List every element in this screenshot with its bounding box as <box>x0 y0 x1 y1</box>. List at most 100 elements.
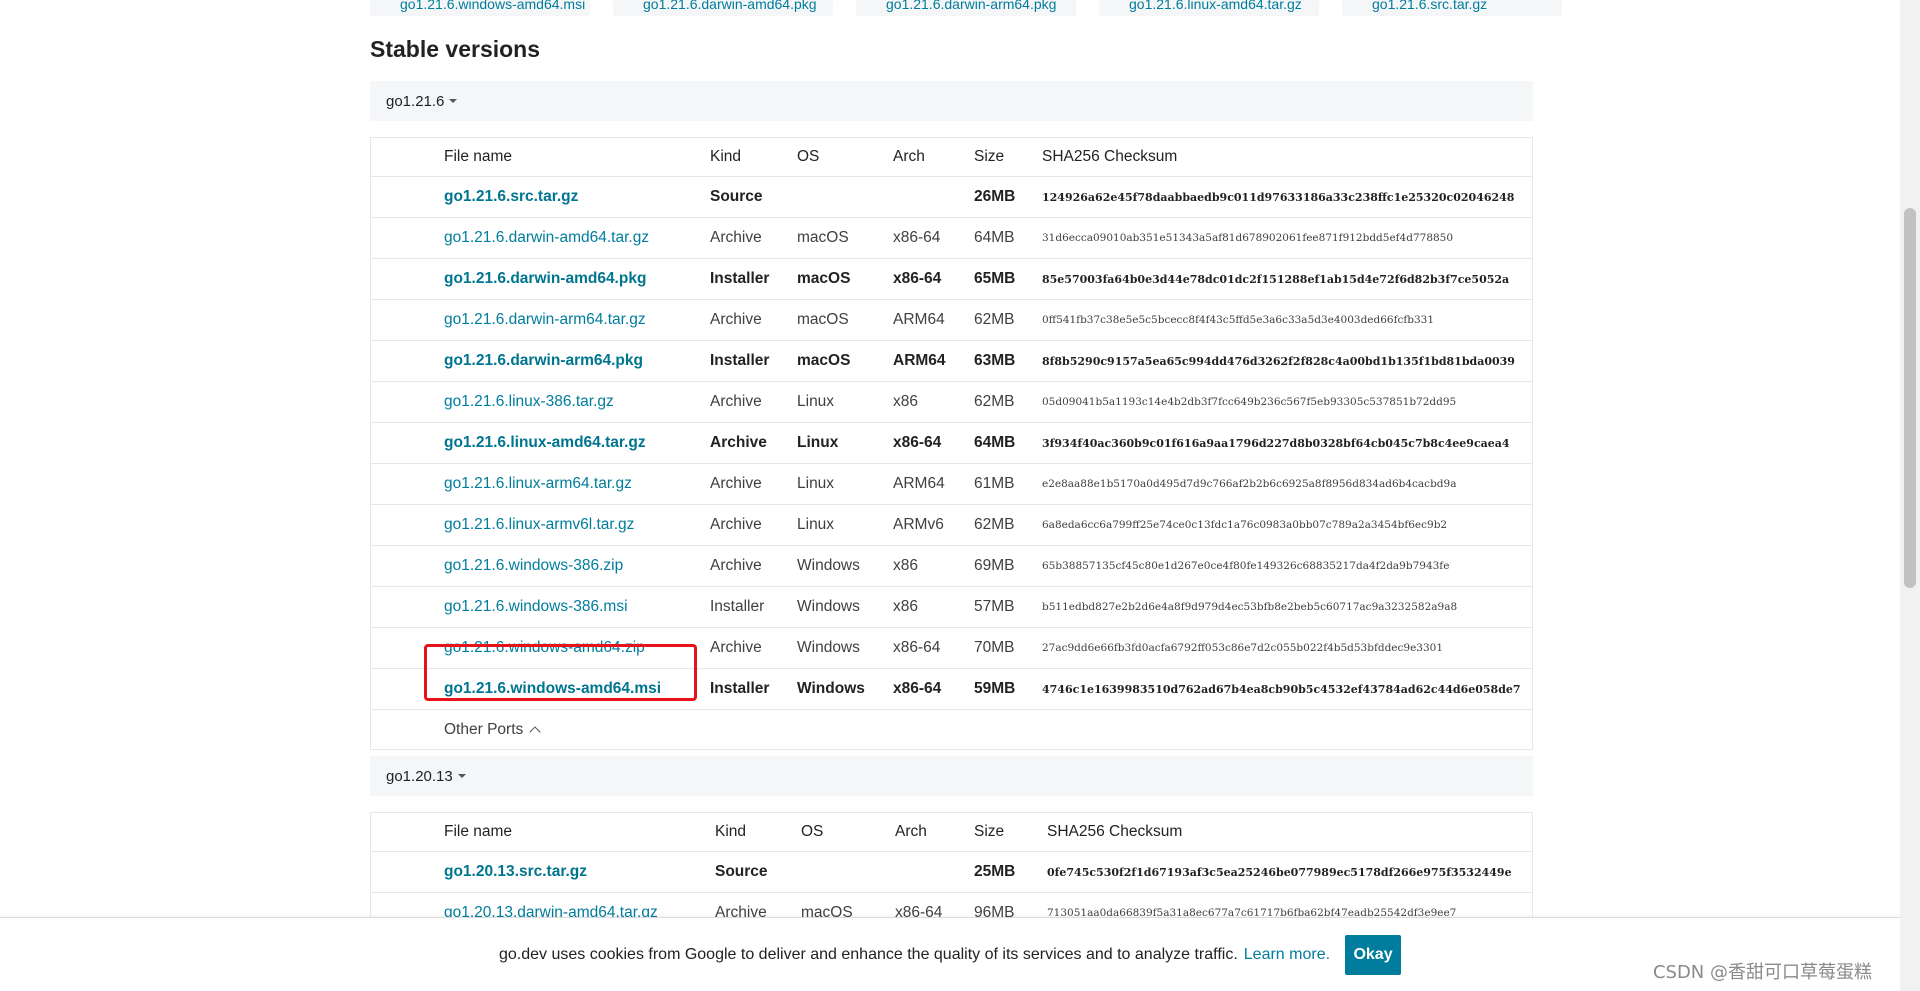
row-spacer <box>371 545 444 587</box>
release-files-table-go1-21-6: File name Kind OS Arch Size SHA256 Check… <box>370 137 1533 750</box>
sha256-cell: 6a8eda6cc6a799ff25e74ce0c13fdc1a76c0983a… <box>1042 504 1532 546</box>
file-name-cell: go1.21.6.windows-amd64.zip <box>444 627 710 669</box>
row-spacer <box>371 627 444 669</box>
sha256-cell: 124926a62e45f78daabbaedb9c011d97633186a3… <box>1042 176 1532 218</box>
size-cell: 63MB <box>974 340 1042 382</box>
download-link[interactable]: go1.21.6.linux-amd64.tar.gz <box>444 434 646 451</box>
sha256-cell: e2e8aa88e1b5170a0d495d7d9c766af2b2b6c692… <box>1042 463 1532 505</box>
header-arch: Arch <box>893 148 925 165</box>
download-link[interactable]: go1.21.6.windows-amd64.zip <box>444 639 645 656</box>
sha256-cell: 05d09041b5a1193c14e4b2db3f7fcc649b236c56… <box>1042 381 1532 423</box>
kind-cell: Installer <box>710 668 797 709</box>
download-link[interactable]: go1.21.6.src.tar.gz <box>444 188 578 205</box>
os-cell: Windows <box>797 586 893 628</box>
learn-more-link[interactable]: Learn more. <box>1244 946 1330 964</box>
kind-cell: Archive <box>710 381 797 423</box>
os-cell: Linux <box>797 381 893 423</box>
table-row: go1.21.6.darwin-arm64.tar.gz Archive macOS… <box>371 299 1532 341</box>
table-row: go1.21.6.darwin-amd64.pkg Installer macOS x… <box>371 258 1532 300</box>
table-header-row: File name Kind OS Arch Size SHA256 Check… <box>371 138 1532 177</box>
table-row: go1.21.6.windows-amd64.msi Installer Windo… <box>371 668 1532 709</box>
scrollbar-thumb[interactable] <box>1904 208 1916 588</box>
kind-cell: Installer <box>710 586 797 628</box>
kind-cell: Archive <box>710 627 797 669</box>
header-size: Size <box>974 148 1005 165</box>
size-cell: 57MB <box>974 586 1042 628</box>
arch-cell: x86-64 <box>893 668 974 709</box>
row-spacer <box>371 668 444 709</box>
row-spacer <box>371 586 444 628</box>
featured-card[interactable]: go1.21.6.windows-amd64.msi <box>370 0 590 16</box>
size-cell: 62MB <box>974 381 1042 423</box>
sha256-cell: 65b38857135cf45c80e1d267e0ce4f80fe149326… <box>1042 545 1532 587</box>
downloads-table: File name Kind OS Arch Size SHA256 Check… <box>371 813 1532 933</box>
row-spacer <box>371 299 444 341</box>
header-os: OS <box>797 148 820 165</box>
size-cell: 59MB <box>974 668 1042 709</box>
file-name-cell: go1.21.6.linux-386.tar.gz <box>444 381 710 423</box>
size-cell: 70MB <box>974 627 1042 669</box>
sha256-cell: 27ac9dd6e66fb3fd0acfa6792ff053c86e7d2c05… <box>1042 627 1532 669</box>
download-link[interactable]: go1.21.6.darwin-amd64.tar.gz <box>444 229 649 246</box>
arch-cell: x86 <box>893 381 974 423</box>
download-link[interactable]: go1.21.6.windows-386.zip <box>444 557 623 574</box>
featured-card[interactable]: go1.21.6.darwin-amd64.pkg <box>613 0 833 16</box>
download-link[interactable]: go1.21.6.darwin-amd64.pkg <box>444 270 646 287</box>
page-scrollbar[interactable] <box>1900 0 1920 991</box>
other-ports-label: Other Ports <box>444 720 524 738</box>
featured-card[interactable]: go1.21.6.src.tar.gz <box>1342 0 1562 16</box>
featured-card[interactable]: go1.21.6.linux-amd64.tar.gz <box>1099 0 1319 16</box>
release-toggle-go1-21-6[interactable]: go1.21.6 <box>370 81 1533 121</box>
kind-cell: Archive <box>710 463 797 505</box>
download-link[interactable]: go1.21.6.linux-386.tar.gz <box>444 393 614 410</box>
header-os: OS <box>801 823 824 840</box>
watermark: CSDN @香甜可口草莓蛋糕 <box>1652 962 1872 983</box>
size-cell: 25MB <box>974 851 1047 893</box>
file-name-cell: go1.21.6.src.tar.gz <box>444 176 710 218</box>
kind-cell: Source <box>715 851 801 893</box>
okay-button[interactable]: Okay <box>1345 935 1402 975</box>
table-row: go1.21.6.darwin-arm64.pkg Installer macOS A… <box>371 340 1532 382</box>
file-name-cell: go1.21.6.darwin-amd64.tar.gz <box>444 217 710 259</box>
file-name-cell: go1.21.6.windows-386.zip <box>444 545 710 587</box>
sha256-cell: 0fe745c530f2f1d67193af3c5ea25246be077989… <box>1047 851 1532 893</box>
arch-cell: x86 <box>893 586 974 628</box>
size-cell: 69MB <box>974 545 1042 587</box>
file-name-cell: go1.20.13.src.tar.gz <box>444 851 715 893</box>
header-kind: Kind <box>715 823 747 840</box>
release-toggle-go1-20-13[interactable]: go1.20.13 <box>370 756 1533 796</box>
caret-down-icon <box>457 774 466 778</box>
os-cell: macOS <box>797 299 893 341</box>
os-cell: Linux <box>797 422 893 464</box>
caret-down-icon <box>449 99 458 103</box>
download-link[interactable]: go1.21.6.darwin-arm64.pkg <box>444 352 643 369</box>
os-cell: Windows <box>797 668 893 709</box>
sha256-cell: 8f8b5290c9157a5ea65c994dd476d3262f2f828c… <box>1042 340 1532 382</box>
size-cell: 64MB <box>974 422 1042 464</box>
table-row: go1.21.6.linux-armv6l.tar.gz Archive Linux… <box>371 504 1532 546</box>
sha256-cell: 4746c1e1639983510d762ad67b4ea8cb90b5c453… <box>1042 668 1532 709</box>
featured-card[interactable]: go1.21.6.darwin-arm64.pkg <box>856 0 1076 16</box>
download-link[interactable]: go1.21.6.darwin-arm64.tar.gz <box>444 311 646 328</box>
download-link[interactable]: go1.21.6.windows-amd64.msi <box>444 680 661 697</box>
download-link[interactable]: go1.20.13.src.tar.gz <box>444 863 587 880</box>
header-kind: Kind <box>710 148 742 165</box>
download-link[interactable]: go1.21.6.windows-386.msi <box>444 598 628 615</box>
table-row: go1.21.6.linux-arm64.tar.gz Archive Linux A… <box>371 463 1532 505</box>
sha256-cell: 31d6ecca09010ab351e51343a5af81d678902061… <box>1042 217 1532 259</box>
arch-cell: x86-64 <box>893 422 974 464</box>
download-link[interactable]: go1.21.6.linux-armv6l.tar.gz <box>444 516 634 533</box>
arch-cell <box>893 176 974 218</box>
download-page: go1.21.6.windows-amd64.msi go1.21.6.darw… <box>0 0 1900 991</box>
arch-cell: x86-64 <box>893 627 974 669</box>
release-version-label: go1.21.6 <box>386 92 445 110</box>
table-row: go1.21.6.windows-386.msi Installer Windows… <box>371 586 1532 628</box>
other-ports-toggle[interactable]: Other Ports <box>371 709 1532 749</box>
kind-cell: Archive <box>710 545 797 587</box>
file-name-cell: go1.21.6.linux-armv6l.tar.gz <box>444 504 710 546</box>
os-cell: macOS <box>797 258 893 300</box>
kind-cell: Installer <box>710 258 797 300</box>
download-link[interactable]: go1.21.6.linux-arm64.tar.gz <box>444 475 632 492</box>
header-sha256: SHA256 Checksum <box>1047 823 1183 840</box>
arch-cell: x86-64 <box>893 258 974 300</box>
